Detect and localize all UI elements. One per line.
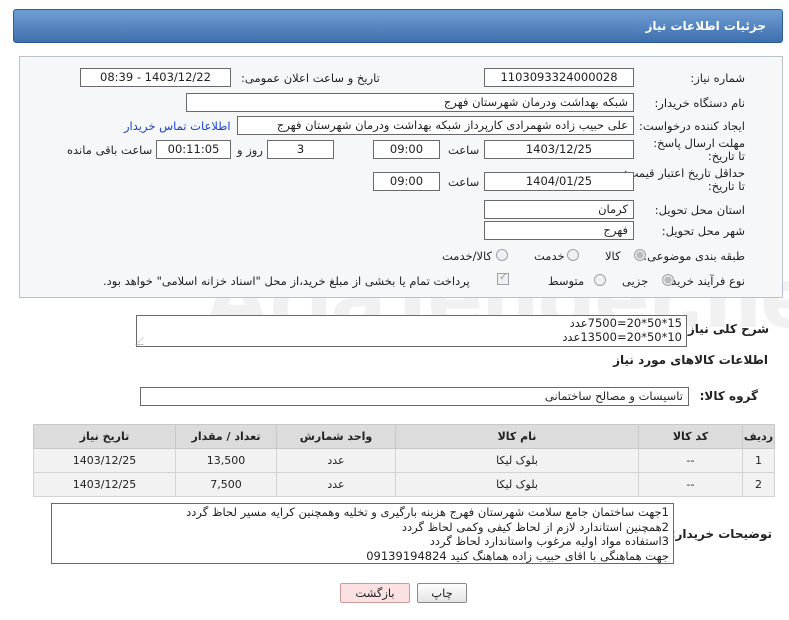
table-header-row: ردیف کد کالا نام کالا واحد شمارش تعداد /… [33, 424, 775, 449]
process-medium-radio[interactable] [594, 274, 606, 286]
col-need-date: تاریخ نیاز [33, 424, 176, 449]
deadline-date-field[interactable]: 1403/12/25 [484, 140, 634, 159]
buyer-org-label: نام دستگاه خریدار: [654, 96, 745, 110]
days-label: روز و [237, 143, 263, 157]
cell-item-name: بلوک لیکا [395, 472, 639, 497]
deadline-time-field[interactable]: 09:00 [373, 140, 440, 159]
need-number-label: شماره نیاز: [690, 71, 745, 85]
announce-label: تاریخ و ساعت اعلان عمومی: [241, 71, 380, 85]
contact-buyer-link[interactable]: اطلاعات تماس خریدار [124, 119, 231, 133]
col-unit: واحد شمارش [276, 424, 396, 449]
cell-item-code: -- [638, 472, 743, 497]
process-label: نوع فرآیند خرید : [663, 274, 745, 288]
table-row[interactable]: 1 -- بلوک لیکا عدد 13,500 1403/12/25 [33, 448, 775, 473]
description-textarea[interactable]: 15*50*20=7500عدد 10*50*20=13500عدد [135, 315, 687, 347]
category-goods-radio[interactable] [634, 249, 646, 261]
col-item-code: کد کالا [638, 424, 743, 449]
process-partial-label: جزیی [622, 274, 649, 288]
deadline-time-label: ساعت [448, 143, 480, 157]
treasury-payment-note: پرداخت تمام یا بخشی از مبلغ خرید،از محل … [103, 274, 470, 288]
validity-label: حداقل تاریخ اعتبار قیمت: تا تاریخ: [623, 166, 745, 193]
goods-table: ردیف کد کالا نام کالا واحد شمارش تعداد /… [33, 424, 775, 497]
treasury-payment-checkbox[interactable] [497, 272, 509, 285]
print-button[interactable]: چاپ [417, 583, 467, 603]
buyer-notes-label: توضیحات خریدار: [670, 527, 772, 541]
remaining-time-label: ساعت باقی مانده [67, 143, 153, 157]
description-line-2: 10*50*20=13500عدد [562, 330, 682, 344]
page-title: جزئیات اطلاعات نیاز [645, 19, 766, 33]
col-row-number: ردیف [742, 424, 775, 449]
requester-label: ایجاد کننده درخواست: [639, 119, 745, 133]
category-service-label: خدمت [534, 249, 565, 263]
category-both-radio[interactable] [496, 249, 508, 261]
cell-row-number: 2 [742, 472, 775, 497]
province-label: استان محل تحویل: [654, 203, 745, 217]
announce-field[interactable]: 1403/12/22 - 08:39 [80, 68, 231, 87]
description-label: شرح کلی نیاز: [683, 322, 769, 336]
cell-unit: عدد [276, 448, 396, 473]
category-both-label: کالا/خدمت [442, 249, 493, 263]
buyer-org-field[interactable]: شبکه بهداشت ودرمان شهرستان فهرج [186, 93, 634, 112]
validity-time-field[interactable]: 09:00 [373, 172, 440, 191]
city-label: شهر محل تحویل: [661, 224, 745, 238]
cell-unit: عدد [276, 472, 396, 497]
province-field[interactable]: کرمان [484, 200, 634, 219]
city-field[interactable]: فهرج [484, 221, 634, 240]
table-row[interactable]: 2 -- بلوک لیکا عدد 7,500 1403/12/25 [33, 472, 775, 497]
cell-quantity: 7,500 [175, 472, 277, 497]
buyer-notes-textarea[interactable]: 1جهت ساختمان جامع سلامت شهرستان فهرج هزی… [51, 503, 674, 564]
description-line-1: 15*50*20=7500عدد [569, 316, 682, 330]
cell-item-name: بلوک لیکا [395, 448, 639, 473]
col-quantity: تعداد / مقدار [175, 424, 277, 449]
category-label: طبقه بندی موضوعی: [643, 249, 745, 263]
cell-need-date: 1403/12/25 [33, 448, 176, 473]
validity-time-label: ساعت [448, 175, 480, 189]
cell-need-date: 1403/12/25 [33, 472, 176, 497]
col-item-name: نام کالا [395, 424, 639, 449]
process-medium-label: متوسط [548, 274, 585, 288]
cell-quantity: 13,500 [175, 448, 277, 473]
page-header: جزئیات اطلاعات نیاز [13, 9, 783, 43]
need-number-field[interactable]: 1103093324000028 [484, 68, 634, 87]
goods-group-field[interactable]: تاسیسات و مصالح ساختمانی [140, 387, 689, 406]
back-button[interactable]: بازگشت [340, 583, 410, 603]
deadline-label: مهلت ارسال پاسخ: تا تاریخ: [653, 136, 745, 163]
category-goods-label: کالا [605, 249, 621, 263]
category-service-radio[interactable] [567, 249, 579, 261]
requester-field[interactable]: علی حبیب زاده شهمرادی کارپرداز شبکه بهدا… [237, 116, 634, 135]
goods-group-label: گروه کالا: [699, 389, 758, 403]
remaining-time-field[interactable]: 00:11:05 [156, 140, 231, 159]
validity-date-field[interactable]: 1404/01/25 [484, 172, 634, 191]
cell-item-code: -- [638, 448, 743, 473]
cell-row-number: 1 [742, 448, 775, 473]
process-partial-radio[interactable] [662, 274, 674, 286]
goods-section-title: اطلاعات کالاهای مورد نیاز [613, 353, 768, 367]
days-field[interactable]: 3 [267, 140, 334, 159]
